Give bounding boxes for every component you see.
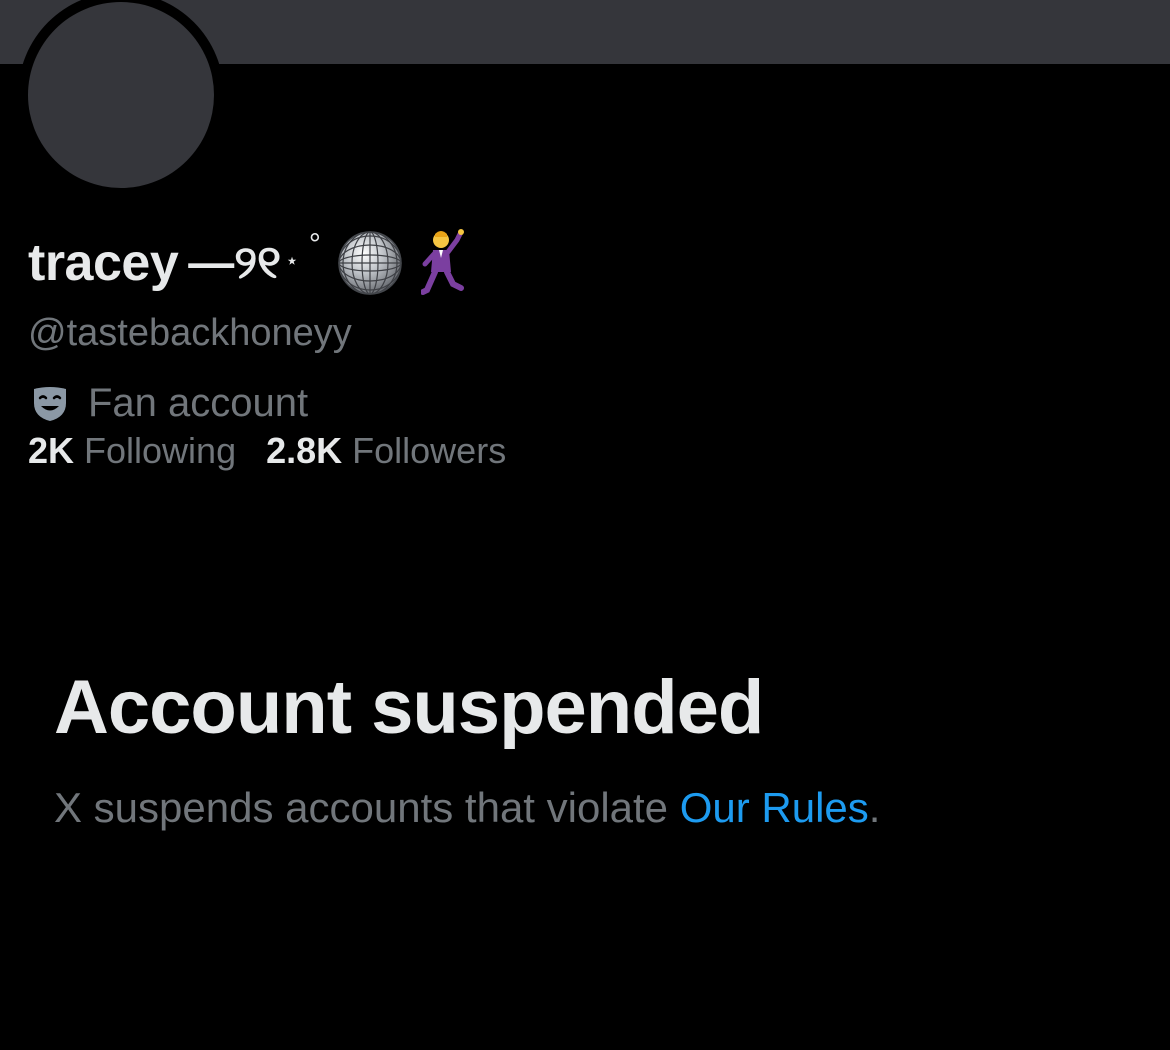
display-name: tracey	[28, 234, 179, 292]
category-label: Fan account	[88, 380, 309, 425]
profile-name-row: tracey —୨୧ ⋆ °	[28, 226, 465, 300]
our-rules-link[interactable]: Our Rules	[680, 784, 869, 831]
followers-label[interactable]: Followers	[352, 430, 506, 472]
disco-ball-icon	[338, 231, 402, 295]
suspension-message: X suspends accounts that violate Our Rul…	[54, 784, 880, 832]
followers-count[interactable]: 2.8K	[266, 430, 342, 472]
avatar-placeholder	[28, 2, 214, 188]
following-count[interactable]: 2K	[28, 430, 74, 472]
profile-category: Fan account	[30, 378, 308, 428]
suspension-message-suffix: .	[868, 784, 881, 831]
performing-arts-mask-icon	[34, 387, 66, 421]
following-label[interactable]: Following	[84, 430, 236, 472]
star-decoration: ⋆	[285, 248, 299, 273]
suspension-message-prefix: X suspends accounts that violate	[54, 784, 680, 831]
suspension-title: Account suspended	[54, 665, 764, 750]
follow-stats: 2K Following 2.8K Followers	[28, 428, 506, 474]
ring-decoration: °	[308, 228, 321, 261]
man-dancing-icon	[420, 229, 464, 295]
profile-handle: @tastebackhoneyy	[28, 312, 352, 354]
avatar[interactable]	[18, 0, 224, 198]
name-decoration: —୨୧	[188, 236, 282, 288]
